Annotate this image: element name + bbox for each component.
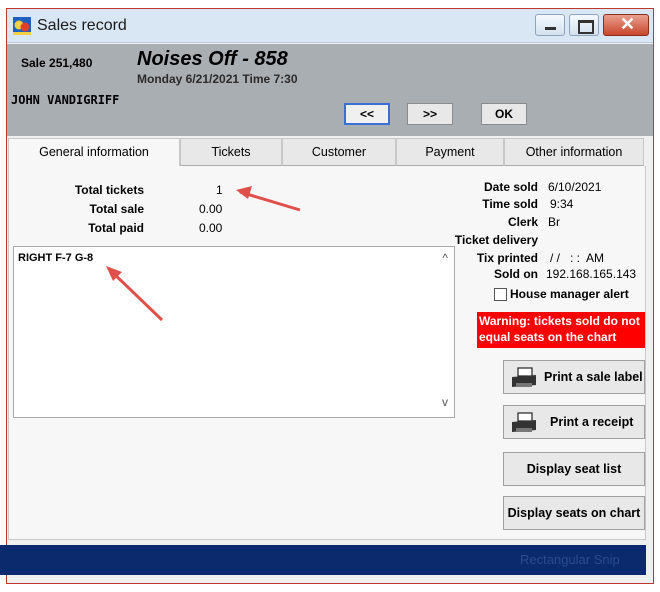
- arrow-to-seat-notes: [106, 266, 164, 322]
- arrow-to-total-tickets: [236, 186, 301, 212]
- rectangular-snip-label: Rectangular Snip: [520, 552, 620, 567]
- taskbar-strip: Rectangular Snip: [0, 545, 646, 575]
- annotation-arrows: [106, 186, 301, 322]
